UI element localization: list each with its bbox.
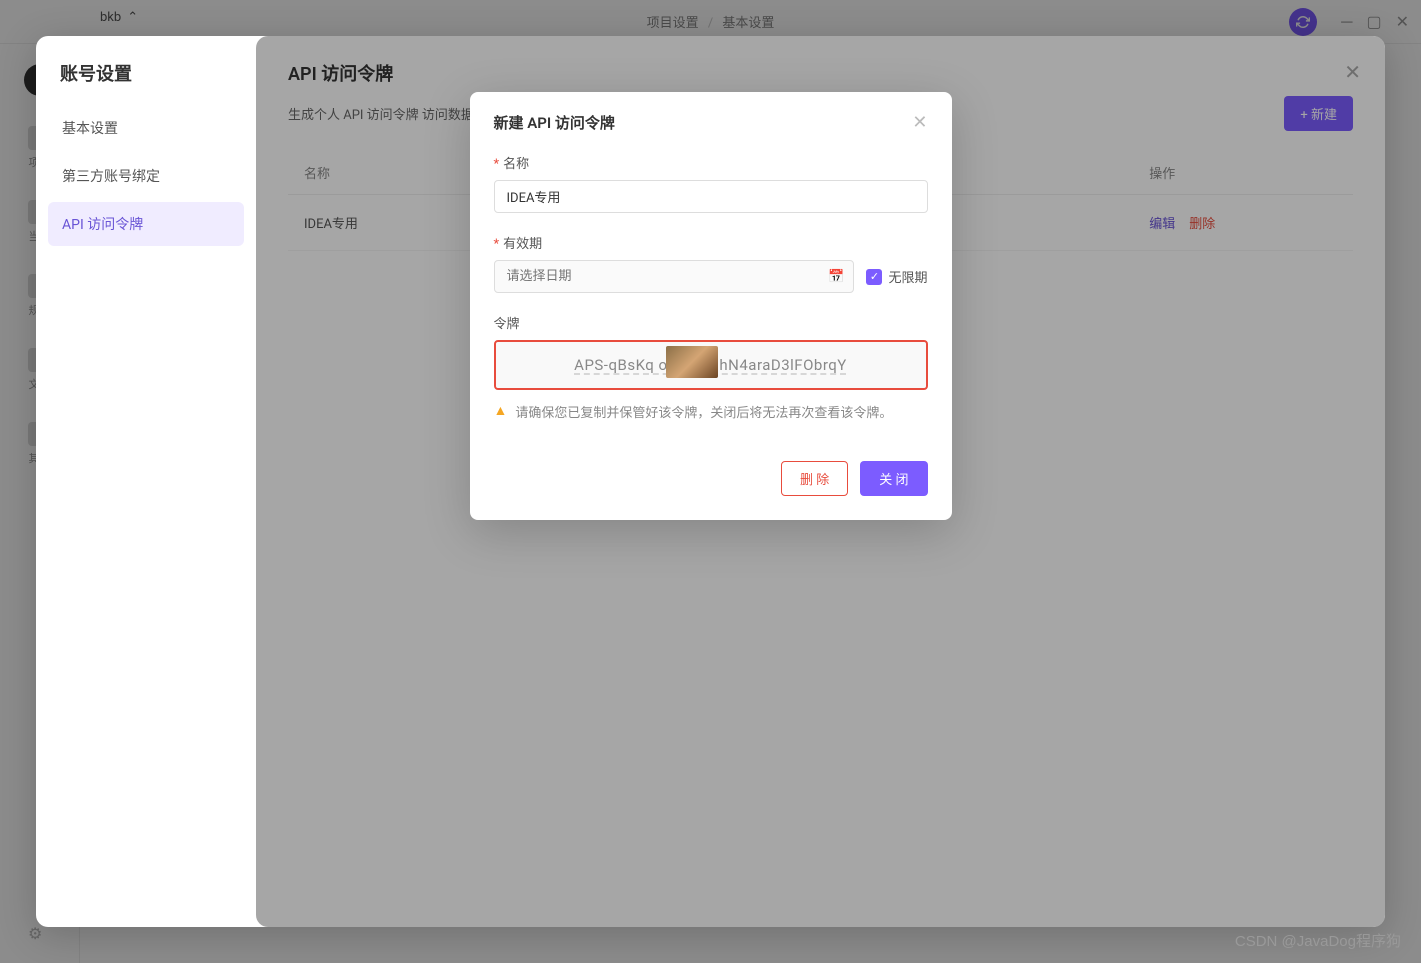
no-expiry-checkbox[interactable]: ✓ 无限期 — [866, 267, 927, 286]
name-label: *名称 — [494, 153, 928, 172]
modal-body: *名称 *有效期 📅 ✓ 无限期 令牌 APS-qBsKq ofhrdBpl — [470, 153, 952, 461]
warning-text: 请确保您已复制并保管好该令牌，关闭后将无法再次查看该令牌。 — [515, 402, 892, 421]
checkbox-icon: ✓ — [866, 269, 882, 285]
no-expiry-label: 无限期 — [888, 267, 927, 286]
modal-footer: 删 除 关 闭 — [470, 461, 952, 520]
token-display[interactable]: APS-qBsKq ofhrdBplhN4araD3lFObrqY — [494, 340, 928, 390]
required-icon: * — [494, 157, 500, 172]
name-input[interactable] — [494, 180, 928, 213]
warning-row: ▲ 请确保您已复制并保管好该令牌，关闭后将无法再次查看该令牌。 — [494, 402, 928, 421]
nav-basic[interactable]: 基本设置 — [48, 106, 244, 150]
obscure-image — [666, 346, 718, 378]
expiry-label: *有效期 — [494, 233, 928, 252]
modal-header: 新建 API 访问令牌 ✕ — [470, 92, 952, 153]
warning-icon: ▲ — [494, 402, 508, 419]
date-input-wrap: 📅 — [494, 260, 855, 293]
watermark: CSDN @JavaDog程序狗 — [1235, 930, 1401, 951]
calendar-icon: 📅 — [828, 269, 844, 284]
delete-button[interactable]: 删 除 — [781, 461, 848, 496]
date-input[interactable] — [494, 260, 855, 293]
form-group-name: *名称 — [494, 153, 928, 213]
nav-api-token[interactable]: API 访问令牌 — [48, 202, 244, 246]
modal-title: 新建 API 访问令牌 — [494, 112, 615, 133]
form-group-token: 令牌 APS-qBsKq ofhrdBplhN4araD3lFObrqY ▲ 请… — [494, 313, 928, 421]
settings-title: 账号设置 — [48, 60, 244, 106]
required-icon: * — [494, 237, 500, 252]
settings-sidebar: 账号设置 基本设置 第三方账号绑定 API 访问令牌 — [36, 36, 256, 927]
nav-thirdparty[interactable]: 第三方账号绑定 — [48, 154, 244, 198]
date-row: 📅 ✓ 无限期 — [494, 260, 928, 293]
close-button[interactable]: 关 闭 — [860, 461, 927, 496]
token-label: 令牌 — [494, 313, 928, 332]
new-token-modal: 新建 API 访问令牌 ✕ *名称 *有效期 📅 ✓ 无限期 令牌 — [470, 92, 952, 520]
modal-close-button[interactable]: ✕ — [912, 112, 927, 133]
